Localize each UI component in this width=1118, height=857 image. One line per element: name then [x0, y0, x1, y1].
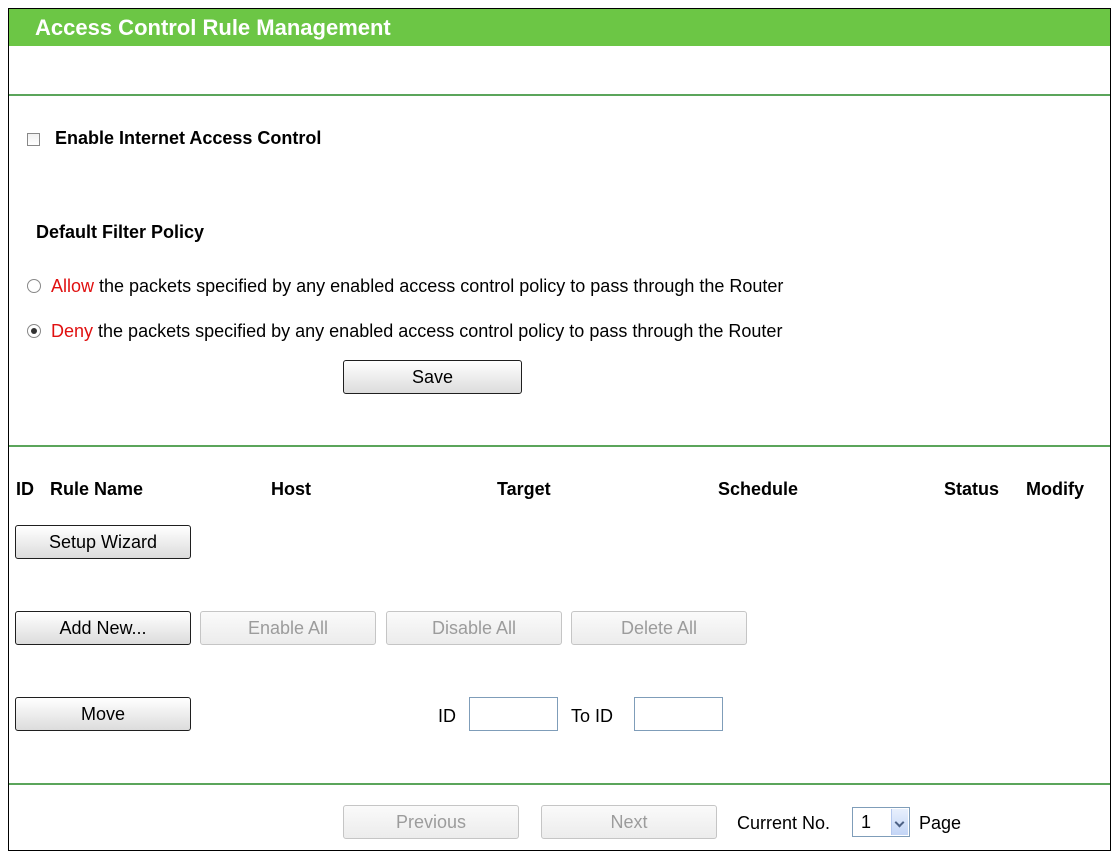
divider — [9, 783, 1110, 785]
access-control-panel: Access Control Rule Management Enable In… — [8, 8, 1111, 851]
enable-internet-access-checkbox[interactable] — [27, 133, 40, 146]
delete-all-button[interactable]: Delete All — [571, 611, 747, 645]
setup-wizard-button[interactable]: Setup Wizard — [15, 525, 191, 559]
move-id-label: ID — [438, 706, 456, 726]
allow-policy-label: Allow the packets specified by any enabl… — [51, 276, 783, 297]
move-button[interactable]: Move — [15, 697, 191, 731]
enable-internet-access-label: Enable Internet Access Control — [55, 128, 322, 148]
page-label: Page — [919, 813, 962, 833]
deny-policy-label: Deny the packets specified by any enable… — [51, 321, 782, 342]
column-header-host: Host — [271, 479, 311, 499]
column-header-status: Status — [944, 479, 1000, 499]
deny-keyword: Deny — [51, 321, 94, 341]
page-title: Access Control Rule Management — [9, 9, 1110, 46]
add-new-button[interactable]: Add New... — [15, 611, 191, 645]
move-to-id-input[interactable] — [634, 697, 723, 731]
allow-policy-text: the packets specified by any enabled acc… — [94, 276, 784, 296]
save-button[interactable]: Save — [343, 360, 522, 394]
next-page-button[interactable]: Next — [541, 805, 717, 839]
current-page-label: Current No. — [737, 813, 831, 833]
deny-policy-radio[interactable] — [27, 324, 41, 338]
column-header-rule-name: Rule Name — [50, 479, 144, 499]
current-page-select[interactable]: 1 — [852, 807, 910, 837]
deny-policy-text: the packets specified by any enabled acc… — [93, 321, 783, 341]
allow-keyword: Allow — [51, 276, 95, 296]
column-header-schedule: Schedule — [718, 479, 799, 499]
divider — [9, 94, 1110, 96]
enable-all-button[interactable]: Enable All — [200, 611, 376, 645]
move-id-input[interactable] — [469, 697, 558, 731]
column-header-modify: Modify — [1026, 479, 1084, 499]
current-page-value: 1 — [861, 812, 872, 832]
column-header-id: ID — [16, 479, 34, 499]
allow-policy-radio[interactable] — [27, 279, 41, 293]
divider — [9, 445, 1110, 447]
default-filter-policy-heading: Default Filter Policy — [36, 222, 205, 242]
move-to-id-label: To ID — [571, 706, 614, 726]
chevron-down-icon — [891, 809, 908, 835]
previous-page-button[interactable]: Previous — [343, 805, 519, 839]
column-header-target: Target — [497, 479, 551, 499]
disable-all-button[interactable]: Disable All — [386, 611, 562, 645]
